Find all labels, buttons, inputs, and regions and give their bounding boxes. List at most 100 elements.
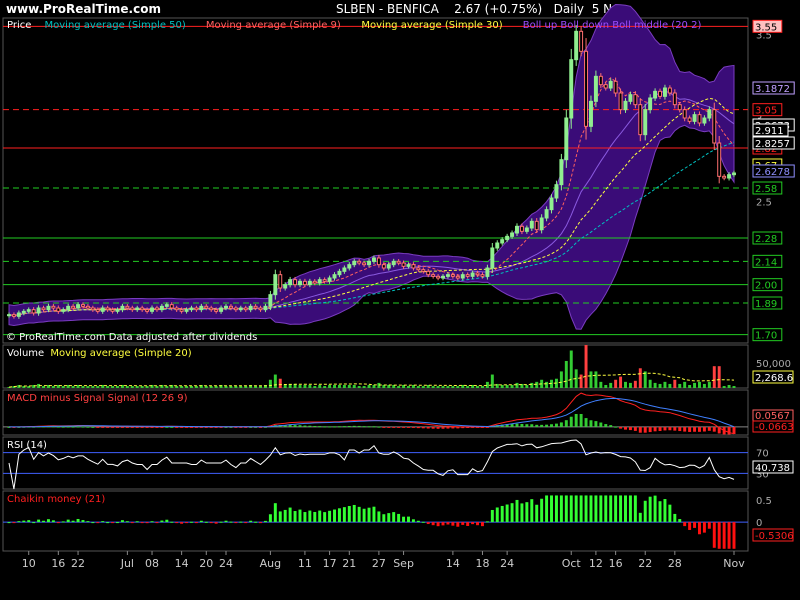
macd-hist-bar bbox=[130, 426, 134, 428]
macd-hist-bar bbox=[436, 426, 440, 429]
candle-body bbox=[219, 307, 224, 312]
bollinger-band bbox=[8, 3, 735, 330]
macd-hist-bar bbox=[589, 420, 593, 427]
candle-body bbox=[238, 307, 243, 311]
chaikin-bar bbox=[106, 522, 110, 524]
volume-bar bbox=[490, 374, 494, 388]
chaikin-bar bbox=[431, 522, 435, 526]
volume-bar bbox=[633, 380, 637, 388]
chaikin-bar bbox=[37, 519, 41, 523]
chaikin-bar bbox=[239, 521, 243, 523]
rsi-last-value: 40.738 bbox=[755, 463, 790, 474]
macd-hist-bar bbox=[120, 426, 124, 428]
chaikin-bar bbox=[697, 522, 701, 535]
chaikin-bar bbox=[426, 522, 430, 525]
volume-bar bbox=[352, 384, 356, 388]
candle-body bbox=[544, 209, 549, 219]
volume-bar bbox=[96, 386, 100, 388]
level-label-3.55: 3.55 bbox=[755, 22, 777, 33]
volume-bar bbox=[648, 379, 652, 388]
chaikin-bar bbox=[254, 521, 258, 523]
chaikin-bar bbox=[574, 495, 578, 523]
date-tick-Sep: Sep bbox=[393, 557, 414, 570]
chaikin-bar bbox=[7, 522, 11, 524]
macd-hist-bar bbox=[550, 424, 553, 427]
volume-bar bbox=[342, 384, 346, 388]
volume-bar bbox=[185, 386, 189, 388]
candle-body bbox=[120, 305, 125, 311]
candle-body bbox=[135, 307, 140, 311]
chaikin-bar bbox=[624, 495, 627, 523]
chaikin-bar bbox=[392, 512, 396, 523]
macd-hist-bar bbox=[313, 426, 317, 428]
candle-body bbox=[367, 260, 372, 266]
macd-hist-bar bbox=[446, 426, 450, 429]
volume-bar bbox=[367, 384, 371, 388]
volume-bar bbox=[194, 386, 198, 388]
chaikin-bar bbox=[259, 522, 263, 524]
volume-bar bbox=[451, 386, 455, 388]
candle-body bbox=[658, 90, 663, 97]
chaikin-bar bbox=[515, 499, 519, 523]
chaikin-bar bbox=[298, 509, 302, 523]
candle-body bbox=[549, 197, 554, 211]
volume-bar bbox=[697, 381, 701, 388]
volume-bar bbox=[707, 381, 711, 388]
date-tick-10: 10 bbox=[22, 557, 36, 570]
volume-bar bbox=[234, 386, 238, 388]
chaikin-bar bbox=[446, 522, 450, 525]
candle-body bbox=[727, 174, 732, 179]
macd-hist-bar bbox=[653, 426, 657, 432]
volume-bar bbox=[545, 381, 549, 388]
candle-body bbox=[159, 305, 164, 311]
candle-body bbox=[100, 307, 105, 312]
chaikin-bar bbox=[614, 495, 618, 523]
macd-hist-bar bbox=[678, 426, 682, 432]
candle-body bbox=[426, 270, 431, 276]
macd-hist-bar bbox=[663, 426, 667, 431]
candle-body bbox=[692, 114, 697, 122]
macd-hist-bar bbox=[638, 426, 642, 433]
chaikin-bar bbox=[643, 500, 647, 523]
chaikin-bar bbox=[688, 522, 692, 530]
volume-bar bbox=[456, 386, 460, 388]
chaikin-bar bbox=[46, 519, 50, 523]
chaikin-bar bbox=[382, 514, 386, 523]
chaikin-bar bbox=[599, 495, 603, 523]
price-legend-item-4: Boll up Boll down Boll middle (20 2) bbox=[523, 20, 702, 31]
chaikin-bar bbox=[249, 520, 253, 523]
candle-body bbox=[559, 159, 564, 186]
volume-bar bbox=[71, 386, 75, 388]
date-tick-24: 24 bbox=[219, 557, 233, 570]
volume-bar bbox=[569, 350, 573, 388]
volume-bar bbox=[693, 382, 697, 388]
candle-body bbox=[371, 257, 376, 262]
chaikin-bar bbox=[520, 503, 524, 523]
candle-body bbox=[441, 275, 445, 279]
chaikin-bar bbox=[732, 522, 736, 549]
chaikin-bar bbox=[628, 495, 632, 523]
volume-bar bbox=[130, 386, 134, 388]
date-tick-08: 08 bbox=[145, 557, 159, 570]
chaikin-bar bbox=[722, 522, 726, 549]
macd-hist-bar bbox=[416, 426, 420, 429]
macd-hist-bar bbox=[81, 426, 85, 428]
chaikin-bar bbox=[150, 521, 154, 523]
candle-body bbox=[337, 270, 342, 276]
candle-body bbox=[677, 104, 682, 111]
volume-bar bbox=[204, 386, 208, 388]
macd-hist-bar bbox=[451, 426, 455, 429]
volume-bar bbox=[313, 386, 317, 388]
candle-body bbox=[194, 307, 199, 311]
macd-hist-bar bbox=[170, 426, 174, 428]
date-tick-22: 22 bbox=[71, 557, 85, 570]
candle-body bbox=[411, 264, 416, 269]
candle-body bbox=[707, 109, 712, 119]
macd-hist-bar bbox=[668, 426, 672, 431]
macd-hist-bar bbox=[140, 426, 144, 428]
macd-hist-bar bbox=[535, 424, 539, 427]
macd-hist-bar bbox=[392, 426, 396, 428]
chart-window: www.ProRealTime.com SLBEN - BENFICA 2.67… bbox=[0, 0, 800, 600]
macd-hist-bar bbox=[165, 426, 169, 428]
candle-body bbox=[662, 87, 667, 97]
